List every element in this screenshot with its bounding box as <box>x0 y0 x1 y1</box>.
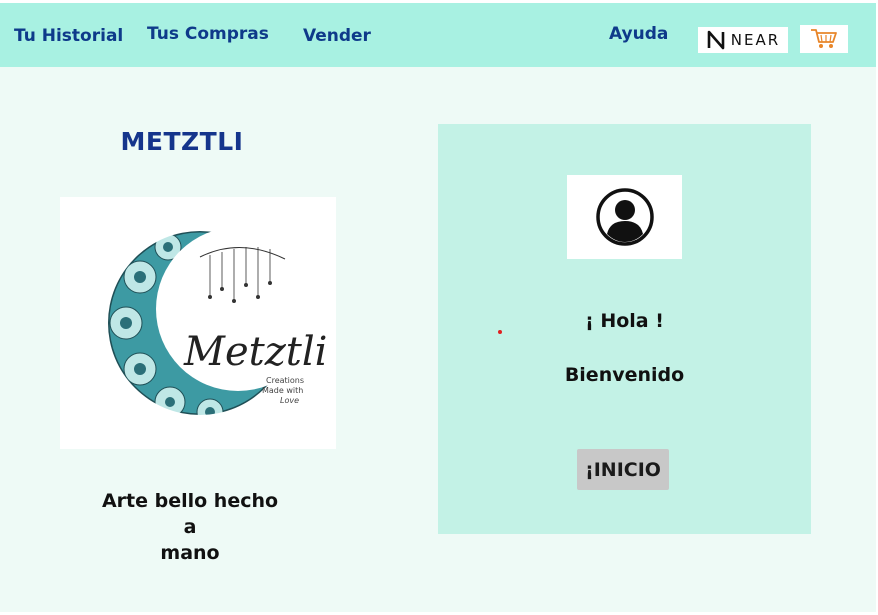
welcome-card: ¡ Hola ! Bienvenido ¡INICIO <box>438 124 811 534</box>
welcome-text: Bienvenido <box>564 364 685 386</box>
logo-script-text: Metztli <box>183 329 327 375</box>
near-wallet-button[interactable]: NEAR <box>698 27 788 53</box>
tagline-line-1: Arte bello hecho <box>101 490 279 512</box>
start-button[interactable]: ¡INICIO <box>577 449 669 490</box>
brand-title: METZTLI <box>120 127 244 156</box>
main-content: METZTLI Metztli Creations Made with Love… <box>0 67 876 612</box>
top-navbar: Tu Historial Tus Compras Vender Ayuda NE… <box>0 3 876 67</box>
tagline-line-3: mano <box>160 542 220 564</box>
nav-link-ayuda[interactable]: Ayuda <box>609 24 668 44</box>
greeting-text: ¡ Hola ! <box>585 310 664 332</box>
brand-logo-image: Metztli Creations Made with Love <box>60 197 336 449</box>
cart-button[interactable] <box>800 25 848 53</box>
tagline: Arte bello hecho a mano <box>60 488 320 566</box>
svg-text:Creations Made with: Creations Made with Love <box>262 376 307 405</box>
near-logo-icon <box>707 30 725 50</box>
avatar[interactable] <box>567 175 682 259</box>
tagline-line-2: a <box>183 516 197 538</box>
nav-link-tus-compras[interactable]: Tus Compras <box>147 24 269 44</box>
near-logo-text: NEAR <box>730 31 781 49</box>
shopping-cart-icon <box>811 29 837 48</box>
nav-link-tu-historial[interactable]: Tu Historial <box>14 26 123 46</box>
nav-link-vender[interactable]: Vender <box>303 26 371 46</box>
crescent-moon-logo: Metztli Creations Made with Love <box>106 229 327 426</box>
user-avatar-icon <box>595 188 654 246</box>
